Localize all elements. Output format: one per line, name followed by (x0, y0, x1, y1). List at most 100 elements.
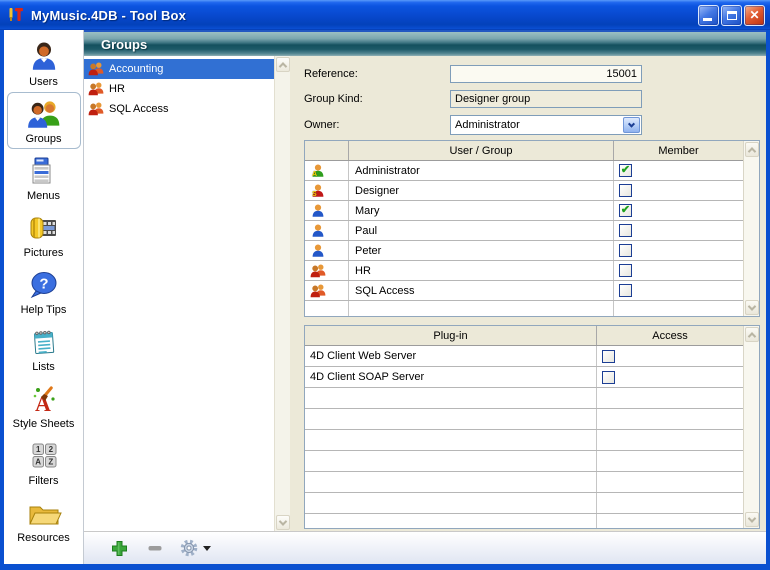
group-name: HR (109, 83, 125, 95)
user-icon (310, 223, 326, 239)
members-table-scrollbar[interactable] (743, 141, 759, 316)
sidebar-item-users[interactable]: Users (7, 35, 81, 92)
member-checkbox[interactable]: ✔ (619, 184, 632, 197)
scroll-up-button[interactable] (745, 327, 759, 342)
sidebar-item-label: Groups (25, 133, 61, 145)
member-name: Designer (349, 181, 614, 200)
group-icon (310, 263, 326, 279)
section-header: Groups (84, 30, 766, 56)
scroll-up-button[interactable] (276, 57, 290, 72)
member-row[interactable]: A Administrator ✔ (305, 161, 743, 181)
member-checkbox[interactable]: ✔ (619, 244, 632, 257)
maximize-button[interactable] (721, 5, 742, 26)
column-header-member: Member (614, 141, 743, 160)
member-name: SQL Access (349, 281, 614, 300)
groups-list-scrollbar[interactable] (274, 56, 290, 531)
svg-text:1: 1 (35, 445, 40, 454)
remove-group-button[interactable] (143, 536, 167, 560)
group-list-item[interactable]: SQL Access (84, 99, 274, 119)
sidebar-item-label: Users (29, 76, 58, 88)
group-kind-label: Group Kind: (304, 93, 450, 105)
reference-field[interactable]: 15001 (450, 65, 642, 83)
plugin-row[interactable]: 4D Client SOAP Server ✔ (305, 367, 743, 388)
group-list-item[interactable]: HR (84, 79, 274, 99)
group-icon (88, 101, 104, 117)
member-row[interactable]: HR ✔ (305, 261, 743, 281)
bottom-toolbar (84, 531, 766, 564)
group-detail-panel: Reference: 15001 Group Kind: Designer gr… (290, 56, 766, 531)
sidebar-item-groups[interactable]: Groups (7, 92, 81, 149)
dropdown-arrow-icon (203, 546, 211, 551)
svg-text:A: A (35, 458, 41, 467)
scroll-down-button[interactable] (276, 515, 290, 530)
sidebar-item-help-tips[interactable]: ? Help Tips (7, 263, 81, 320)
scroll-up-button[interactable] (745, 142, 759, 157)
member-row[interactable]: Mary ✔ (305, 201, 743, 221)
window-title: MyMusic.4DB - Tool Box (31, 8, 698, 23)
actions-menu-button[interactable] (179, 538, 211, 558)
group-icon (310, 283, 326, 299)
member-name: Mary (349, 201, 614, 220)
users-icon (27, 39, 61, 75)
plugins-table-scrollbar[interactable] (743, 326, 759, 528)
application-window: MyMusic.4DB - Tool Box ✕ Users (0, 0, 770, 570)
gear-icon (179, 538, 199, 558)
reference-value: 15001 (606, 68, 637, 80)
resources-icon (26, 495, 62, 531)
plugins-table: Plug-in Access 4D Client Web Server ✔ 4D… (304, 325, 760, 529)
member-checkbox[interactable]: ✔ (619, 224, 632, 237)
svg-text:?: ? (39, 276, 48, 293)
sidebar: Users Groups (4, 30, 84, 564)
group-kind-field[interactable]: Designer group (450, 90, 642, 108)
member-checkbox[interactable]: ✔ (619, 284, 632, 297)
member-checkbox[interactable]: ✔ (619, 204, 632, 217)
plugin-row[interactable]: 4D Client Web Server ✔ (305, 346, 743, 367)
group-list-item[interactable]: Accounting (84, 59, 274, 79)
filters-icon: 12 AZ (28, 438, 60, 474)
title-bar[interactable]: MyMusic.4DB - Tool Box ✕ (0, 0, 770, 30)
sidebar-item-lists[interactable]: Lists (7, 320, 81, 377)
plugin-name: 4D Client Web Server (305, 346, 597, 366)
scroll-down-button[interactable] (745, 300, 759, 315)
sidebar-item-style-sheets[interactable]: A Style Sheets (7, 377, 81, 434)
pictures-icon (27, 210, 61, 246)
main-area: Groups Accounting HR (84, 30, 766, 564)
member-row[interactable]: SQL Access ✔ (305, 281, 743, 301)
owner-select[interactable]: Administrator (450, 115, 642, 135)
member-row[interactable]: Paul ✔ (305, 221, 743, 241)
lists-icon (28, 324, 60, 360)
user-badge: S (312, 191, 317, 198)
svg-text:Z: Z (48, 458, 53, 467)
member-checkbox[interactable]: ✔ (619, 164, 632, 177)
close-button[interactable]: ✕ (744, 5, 765, 26)
member-row[interactable]: S Designer ✔ (305, 181, 743, 201)
member-name: Administrator (349, 161, 614, 180)
plugin-name: 4D Client SOAP Server (305, 367, 597, 387)
chevron-down-icon[interactable] (623, 117, 640, 133)
sidebar-item-label: Style Sheets (13, 418, 75, 430)
scroll-down-button[interactable] (745, 512, 759, 527)
owner-value: Administrator (452, 119, 520, 131)
sidebar-item-filters[interactable]: 12 AZ Filters (7, 434, 81, 491)
member-name: HR (349, 261, 614, 280)
sidebar-item-pictures[interactable]: Pictures (7, 206, 81, 263)
user-icon (310, 203, 326, 219)
minimize-button[interactable] (698, 5, 719, 26)
member-row[interactable]: Peter ✔ (305, 241, 743, 261)
access-checkbox[interactable]: ✔ (602, 371, 615, 384)
style-sheets-icon: A (27, 381, 61, 417)
sidebar-item-label: Lists (32, 361, 55, 373)
sidebar-item-menus[interactable]: Menus (7, 149, 81, 206)
member-name: Paul (349, 221, 614, 240)
user-badge: A (312, 171, 317, 178)
reference-label: Reference: (304, 68, 450, 80)
add-group-button[interactable] (107, 536, 131, 560)
member-checkbox[interactable]: ✔ (619, 264, 632, 277)
sidebar-item-label: Resources (17, 532, 70, 544)
sidebar-item-resources[interactable]: Resources (7, 491, 81, 548)
toolbox-icon (7, 6, 25, 24)
members-table: User / Group Member A Administrator ✔ S … (304, 140, 760, 317)
group-icon (88, 81, 104, 97)
access-checkbox[interactable]: ✔ (602, 350, 615, 363)
window-body: Users Groups (4, 30, 766, 564)
